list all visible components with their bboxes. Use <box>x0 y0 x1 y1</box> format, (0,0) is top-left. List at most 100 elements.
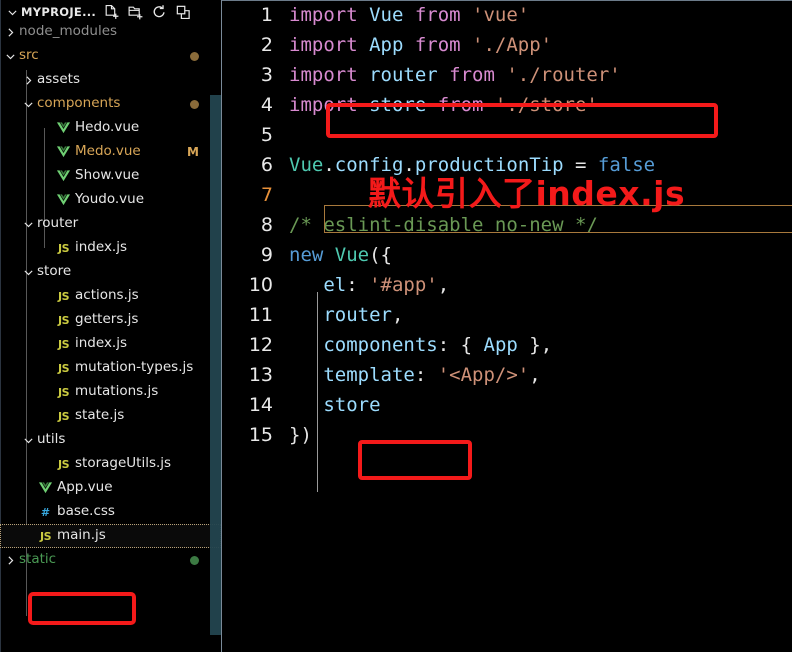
tree-folder-store[interactable]: store <box>0 260 221 284</box>
code-token: false <box>597 154 656 176</box>
code-line[interactable]: 7 <box>222 180 792 210</box>
tree-item-label: index.js <box>75 239 128 256</box>
tree-item-label: Hedo.vue <box>75 119 140 136</box>
chevron-right-icon[interactable] <box>4 26 17 39</box>
sidebar-scrollbar[interactable] <box>210 95 221 635</box>
new-file-icon[interactable] <box>103 4 120 21</box>
code-line[interactable]: 6 Vue.config.productionTip = false <box>222 150 792 180</box>
line-number: 5 <box>260 124 273 146</box>
chevron-down-icon[interactable] <box>22 266 35 279</box>
new-folder-icon[interactable] <box>127 4 144 21</box>
code-token: }, <box>517 334 553 356</box>
tree-item-label: state.js <box>75 407 125 424</box>
line-number: 15 <box>248 424 273 446</box>
code-token: store <box>369 94 427 116</box>
code-line-text: components: { App }, <box>286 334 552 356</box>
tree-file-state-js[interactable]: JS state.js <box>0 404 221 428</box>
js-file-icon: JS <box>39 529 52 543</box>
tree-file-show-vue[interactable]: Show.vue <box>0 164 221 188</box>
code-token: './router' <box>506 64 621 86</box>
code-line[interactable]: 14 store <box>222 390 792 420</box>
code-line-text: el: '#app', <box>286 274 449 296</box>
tree-item-label: Medo.vue <box>75 143 141 160</box>
tree-folder-utils[interactable]: utils <box>0 428 221 452</box>
js-file-icon: JS <box>57 385 70 399</box>
code-token: App <box>369 34 404 56</box>
line-number: 11 <box>248 304 273 326</box>
code-token: : <box>346 274 370 296</box>
tree-folder-components[interactable]: components <box>0 92 221 116</box>
code-token: el <box>323 274 347 296</box>
tree-item-label: assets <box>37 71 80 88</box>
chevron-down-icon[interactable] <box>22 98 35 111</box>
tree-folder-assets[interactable]: assets <box>0 68 221 92</box>
tree-folder-static[interactable]: static <box>0 548 221 572</box>
chevron-down-icon[interactable] <box>4 4 20 20</box>
collapse-all-icon[interactable] <box>175 4 192 21</box>
tree-folder-router[interactable]: router <box>0 212 221 236</box>
chevron-down-icon[interactable] <box>22 434 35 447</box>
tree-file-base-css[interactable]: # base.css <box>0 500 221 524</box>
tree-file-mutation-types-js[interactable]: JS mutation-types.js <box>0 356 221 380</box>
line-number: 13 <box>248 364 273 386</box>
code-line[interactable]: 13 template: '<App/>', <box>222 360 792 390</box>
code-token: . <box>323 154 335 176</box>
chevron-right-icon[interactable] <box>22 74 35 87</box>
code-token: import <box>289 34 370 56</box>
tree-item-label: main.js <box>57 527 106 544</box>
tree-file-main-js[interactable]: JS main.js <box>0 524 221 548</box>
code-line[interactable]: 9 new Vue({ <box>222 240 792 270</box>
tree-file-hedo-vue[interactable]: Hedo.vue <box>0 116 221 140</box>
tree-file-medo-vue[interactable]: Medo.vue M <box>0 140 221 164</box>
tree-file-mutations-js[interactable]: JS mutations.js <box>0 380 221 404</box>
line-number: 8 <box>260 214 273 236</box>
tree-file-app-vue[interactable]: App.vue <box>0 476 221 500</box>
line-number: 3 <box>260 64 273 86</box>
code-line[interactable]: 15}) <box>222 420 792 450</box>
chevron-down-icon[interactable] <box>4 50 17 63</box>
tree-folder-src[interactable]: src <box>0 44 221 68</box>
code-token: from <box>403 34 473 56</box>
tree-file-getters-js[interactable]: JS getters.js <box>0 308 221 332</box>
code-line[interactable]: 11 router, <box>222 300 792 330</box>
line-number: 12 <box>248 334 273 356</box>
code-token: productionTip <box>414 154 564 176</box>
code-token: store <box>323 394 381 416</box>
code-line[interactable]: 2 import App from './App' <box>222 30 792 60</box>
code-line[interactable]: 3 import router from './router' <box>222 60 792 90</box>
code-editor[interactable]: 1 import Vue from 'vue' 2 import App from '… <box>222 0 792 652</box>
line-number: 7 <box>260 184 273 206</box>
editor-indent-guide <box>317 292 318 492</box>
tree-folder-node-modules[interactable]: node_modules <box>0 20 221 44</box>
code-token: template <box>323 364 415 386</box>
code-token: './store' <box>494 94 598 116</box>
code-line[interactable]: 1 import Vue from 'vue' <box>222 0 792 30</box>
tree-file-actions-js[interactable]: JS actions.js <box>0 284 221 308</box>
code-line[interactable]: 8 /* eslint-disable no-new */ <box>222 210 792 240</box>
code-line[interactable]: 10 el: '#app', <box>222 270 792 300</box>
js-file-icon: JS <box>57 289 70 303</box>
tree-item-label: Show.vue <box>75 167 140 184</box>
tree-file-storageutils-js[interactable]: JS storageUtils.js <box>0 452 221 476</box>
chevron-down-icon[interactable] <box>22 218 35 231</box>
code-token: Vue <box>369 4 404 26</box>
code-token: App <box>483 334 518 356</box>
code-line[interactable]: 12 components: { App }, <box>222 330 792 360</box>
code-line[interactable]: 4 import store from './store' <box>222 90 792 120</box>
folder-status-dot <box>190 99 199 109</box>
js-file-icon: JS <box>57 337 70 351</box>
code-token: Vue <box>334 244 370 266</box>
code-line[interactable]: 5 <box>222 120 792 150</box>
refresh-icon[interactable] <box>151 4 168 21</box>
tree-file-index-js[interactable]: JS index.js <box>0 236 221 260</box>
tree-file-index-js[interactable]: JS index.js <box>0 332 221 356</box>
tree-file-youdo-vue[interactable]: Youdo.vue <box>0 188 221 212</box>
chevron-right-icon[interactable] <box>4 554 17 567</box>
